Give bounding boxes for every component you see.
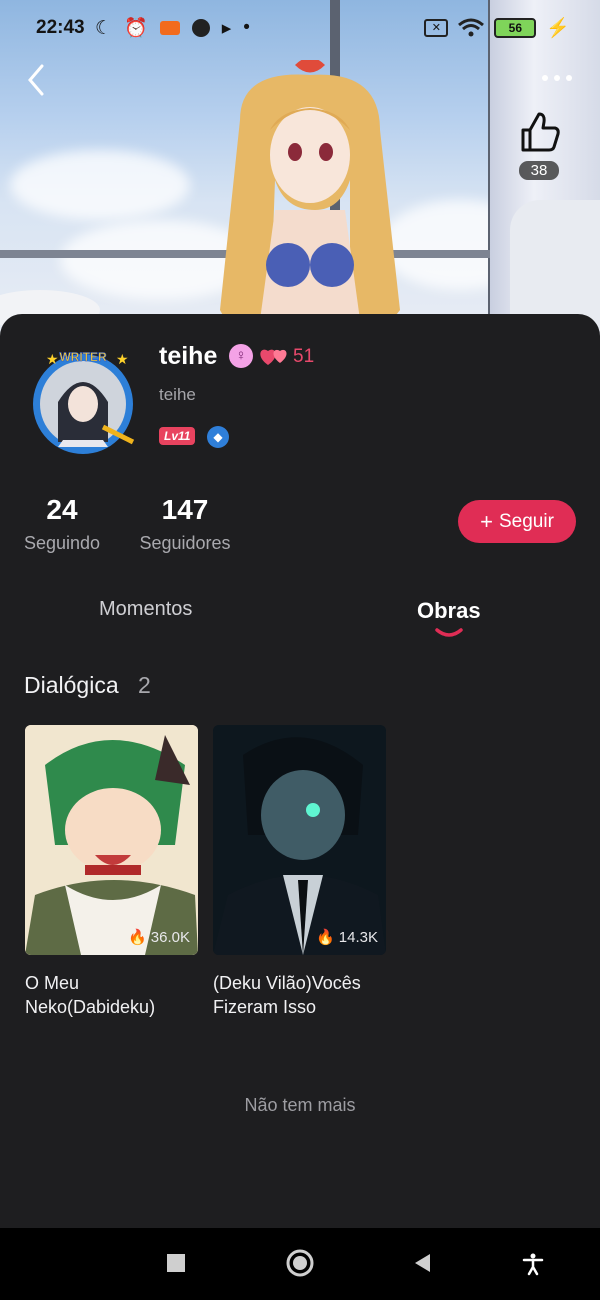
tab-moments[interactable]: Momentos [99, 598, 192, 621]
like-button[interactable]: 38 [516, 110, 562, 182]
dot-icon: • [243, 17, 250, 38]
video-icon [159, 21, 180, 35]
hearts-icon [260, 349, 287, 365]
svg-text:★: ★ [46, 351, 59, 367]
status-bar: 22:43 ☾ ⏰ ▸ • ✕ 56 ⚡ [0, 0, 600, 56]
display-name: teihe [159, 342, 218, 370]
cover-illustration [213, 725, 386, 955]
view-count-text: 14.3K [338, 928, 378, 946]
fire-icon: 🔥 [316, 929, 335, 946]
section-title: Dialógica [24, 672, 119, 698]
sim-off-icon: ✕ [424, 19, 449, 37]
view-count-text: 36.0K [150, 928, 190, 946]
username: teihe [159, 385, 196, 404]
status-left-icons: ☾ ⏰ ▸ • [95, 16, 250, 40]
followers-count[interactable]: 147 [115, 494, 255, 526]
charging-icon: ⚡ [546, 18, 570, 39]
work-cover[interactable]: 🔥 14.3K [213, 725, 386, 955]
plus-icon: + [480, 508, 493, 534]
system-navigation-bar [0, 1228, 600, 1300]
view-count: 🔥 36.0K [128, 928, 190, 947]
avatar-badge-text: WRITER [59, 350, 107, 364]
thumbs-up-icon [521, 112, 560, 152]
like-count: 38 [518, 161, 560, 180]
following-label[interactable]: Seguindo [0, 533, 132, 554]
back-nav-button[interactable] [412, 1252, 434, 1274]
hearts-count: 51 [293, 346, 315, 367]
work-title[interactable]: (Deku Vilão)Vocês Fizeram Isso [213, 971, 386, 1019]
fire-icon: 🔥 [128, 929, 147, 946]
work-card[interactable]: 🔥 36.0K O Meu Neko(Dabideku) [25, 725, 198, 1019]
verified-icon: ◆ [207, 426, 229, 448]
follow-button-label: Seguir [498, 510, 554, 532]
work-card[interactable]: 🔥 14.3K (Deku Vilão)Vocês Fizeram Isso [213, 725, 386, 1019]
end-of-list-text: Não tem mais [244, 1095, 356, 1115]
home-button[interactable] [285, 1248, 315, 1278]
avatar[interactable]: WRITER ★ ★ [28, 342, 138, 462]
moon-icon: ☾ [95, 17, 113, 39]
level-badge: Lv11 [159, 427, 196, 445]
female-icon: ♀ [229, 344, 253, 368]
recent-apps-button[interactable] [165, 1252, 187, 1274]
no-sign-icon [191, 19, 210, 37]
battery-icon: 56 [494, 18, 537, 38]
wifi-icon [458, 18, 485, 37]
followers-label[interactable]: Seguidores [115, 533, 255, 554]
section-count: 2 [138, 672, 151, 698]
accessibility-icon[interactable] [521, 1252, 545, 1276]
follow-button[interactable]: + Seguir [458, 500, 576, 543]
svg-text:★: ★ [116, 351, 129, 367]
view-count: 🔥 14.3K [316, 928, 378, 947]
following-count[interactable]: 24 [0, 494, 132, 526]
work-title[interactable]: O Meu Neko(Dabideku) [25, 971, 198, 1019]
status-right-icons: ✕ 56 ⚡ [424, 16, 570, 40]
character-illustration [220, 60, 400, 333]
status-time: 22:43 [36, 17, 85, 38]
tab-works[interactable]: Obras [417, 598, 481, 624]
play-icon: ▸ [221, 17, 232, 39]
work-cover[interactable]: 🔥 36.0K [25, 725, 198, 955]
back-button[interactable] [22, 62, 50, 98]
cloud [10, 150, 190, 220]
active-tab-indicator [435, 628, 463, 637]
alarm-icon: ⏰ [124, 18, 148, 39]
cover-illustration [25, 725, 198, 955]
more-options-button[interactable] [540, 70, 574, 86]
